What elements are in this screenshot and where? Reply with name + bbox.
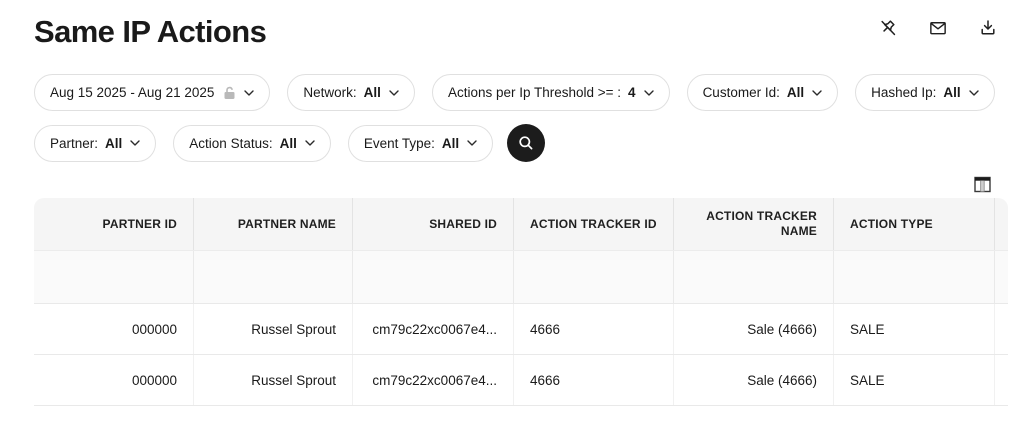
cell-shared-id: cm79c22xc0067e4... <box>352 355 513 405</box>
network-filter[interactable]: Network: All <box>287 74 415 111</box>
column-filter-cell[interactable] <box>193 251 352 303</box>
column-header-action-type[interactable]: ACTION TYPE <box>833 198 994 250</box>
filters: Aug 15 2025 - Aug 21 2025 Network: All A… <box>34 74 1032 162</box>
search-button[interactable] <box>507 124 545 162</box>
cell-action-type: SALE <box>833 304 994 354</box>
actions-per-ip-threshold-filter[interactable]: Actions per Ip Threshold >= : 4 <box>432 74 670 111</box>
chevron-down-icon <box>389 90 399 96</box>
partner-filter-value: All <box>105 136 122 151</box>
column-header-partner-id[interactable]: PARTNER ID <box>34 198 193 250</box>
network-filter-value: All <box>364 85 381 100</box>
event-type-filter-value: All <box>442 136 459 151</box>
cell-partner-name: Russel Sprout <box>193 355 352 405</box>
hashed-ip-filter[interactable]: Hashed Ip: All <box>855 74 995 111</box>
column-header-shared-id[interactable]: SHARED ID <box>352 198 513 250</box>
table-row: 000000 Russel Sprout cm79c22xc0067e4... … <box>34 354 1008 405</box>
threshold-filter-label: Actions per Ip Threshold >= : <box>448 85 621 100</box>
column-header-spacer <box>994 198 1027 250</box>
toolbar-icons <box>878 18 998 38</box>
same-ip-actions-table: PARTNER ID PARTNER NAME SHARED ID ACTION… <box>34 198 1008 405</box>
cell-shared-id: cm79c22xc0067e4... <box>352 304 513 354</box>
date-range-filter[interactable]: Aug 15 2025 - Aug 21 2025 <box>34 74 270 111</box>
hashed-ip-filter-label: Hashed Ip: <box>871 85 936 100</box>
column-header-partner-name[interactable]: PARTNER NAME <box>193 198 352 250</box>
date-range-label: Aug 15 2025 - Aug 21 2025 <box>50 85 214 100</box>
action-status-filter-value: All <box>280 136 297 151</box>
table-tools <box>0 176 1032 193</box>
threshold-filter-value: 4 <box>628 85 636 100</box>
chevron-down-icon <box>969 90 979 96</box>
table-header-row: PARTNER ID PARTNER NAME SHARED ID ACTION… <box>34 198 1008 250</box>
filter-row-1: Aug 15 2025 - Aug 21 2025 Network: All A… <box>34 74 1032 111</box>
column-filter-cell[interactable] <box>833 251 994 303</box>
chevron-down-icon <box>812 90 822 96</box>
partner-filter-label: Partner: <box>50 136 98 151</box>
customer-id-filter-value: All <box>787 85 804 100</box>
cell-action-tracker-id: 4666 <box>513 304 673 354</box>
column-filter-spacer <box>994 251 1027 303</box>
chevron-down-icon <box>130 140 140 146</box>
unpin-icon[interactable] <box>878 18 898 38</box>
column-filter-cell[interactable] <box>34 251 193 303</box>
table-row: 000000 Russel Sprout cm79c22xc0067e4... … <box>34 303 1008 354</box>
cell-spacer <box>994 355 1027 405</box>
column-filter-row <box>34 250 1008 303</box>
event-type-filter-label: Event Type: <box>364 136 435 151</box>
table-row-partial <box>34 405 1008 411</box>
column-filter-cell[interactable] <box>352 251 513 303</box>
page-title: Same IP Actions <box>34 14 266 50</box>
chevron-down-icon <box>644 90 654 96</box>
event-type-filter[interactable]: Event Type: All <box>348 125 493 162</box>
customer-id-filter[interactable]: Customer Id: All <box>687 74 839 111</box>
cell-action-tracker-id: 4666 <box>513 355 673 405</box>
filter-row-2: Partner: All Action Status: All Event Ty… <box>34 124 1032 162</box>
cell-action-tracker-name: Sale (4666) <box>673 355 833 405</box>
cell-partner-id: 000000 <box>34 355 193 405</box>
network-filter-label: Network: <box>303 85 356 100</box>
column-filter-cell[interactable] <box>513 251 673 303</box>
column-filter-cell[interactable] <box>673 251 833 303</box>
hashed-ip-filter-value: All <box>943 85 960 100</box>
topbar: Same IP Actions <box>0 0 1032 50</box>
search-icon <box>517 134 535 152</box>
cell-partner-id: 000000 <box>34 304 193 354</box>
action-status-filter-label: Action Status: <box>189 136 272 151</box>
cell-spacer <box>994 304 1027 354</box>
cell-action-type: SALE <box>833 355 994 405</box>
customer-id-filter-label: Customer Id: <box>703 85 780 100</box>
cell-partner-name: Russel Sprout <box>193 304 352 354</box>
column-header-action-tracker-id[interactable]: ACTION TRACKER ID <box>513 198 673 250</box>
chevron-down-icon <box>244 90 254 96</box>
download-icon[interactable] <box>978 18 998 38</box>
manage-columns-icon[interactable] <box>974 176 991 193</box>
action-status-filter[interactable]: Action Status: All <box>173 125 331 162</box>
chevron-down-icon <box>467 140 477 146</box>
open-lock-icon <box>223 86 236 100</box>
partner-filter[interactable]: Partner: All <box>34 125 156 162</box>
cell-action-tracker-name: Sale (4666) <box>673 304 833 354</box>
column-header-action-tracker-name[interactable]: ACTION TRACKER NAME <box>673 198 833 250</box>
email-icon[interactable] <box>928 18 948 38</box>
chevron-down-icon <box>305 140 315 146</box>
